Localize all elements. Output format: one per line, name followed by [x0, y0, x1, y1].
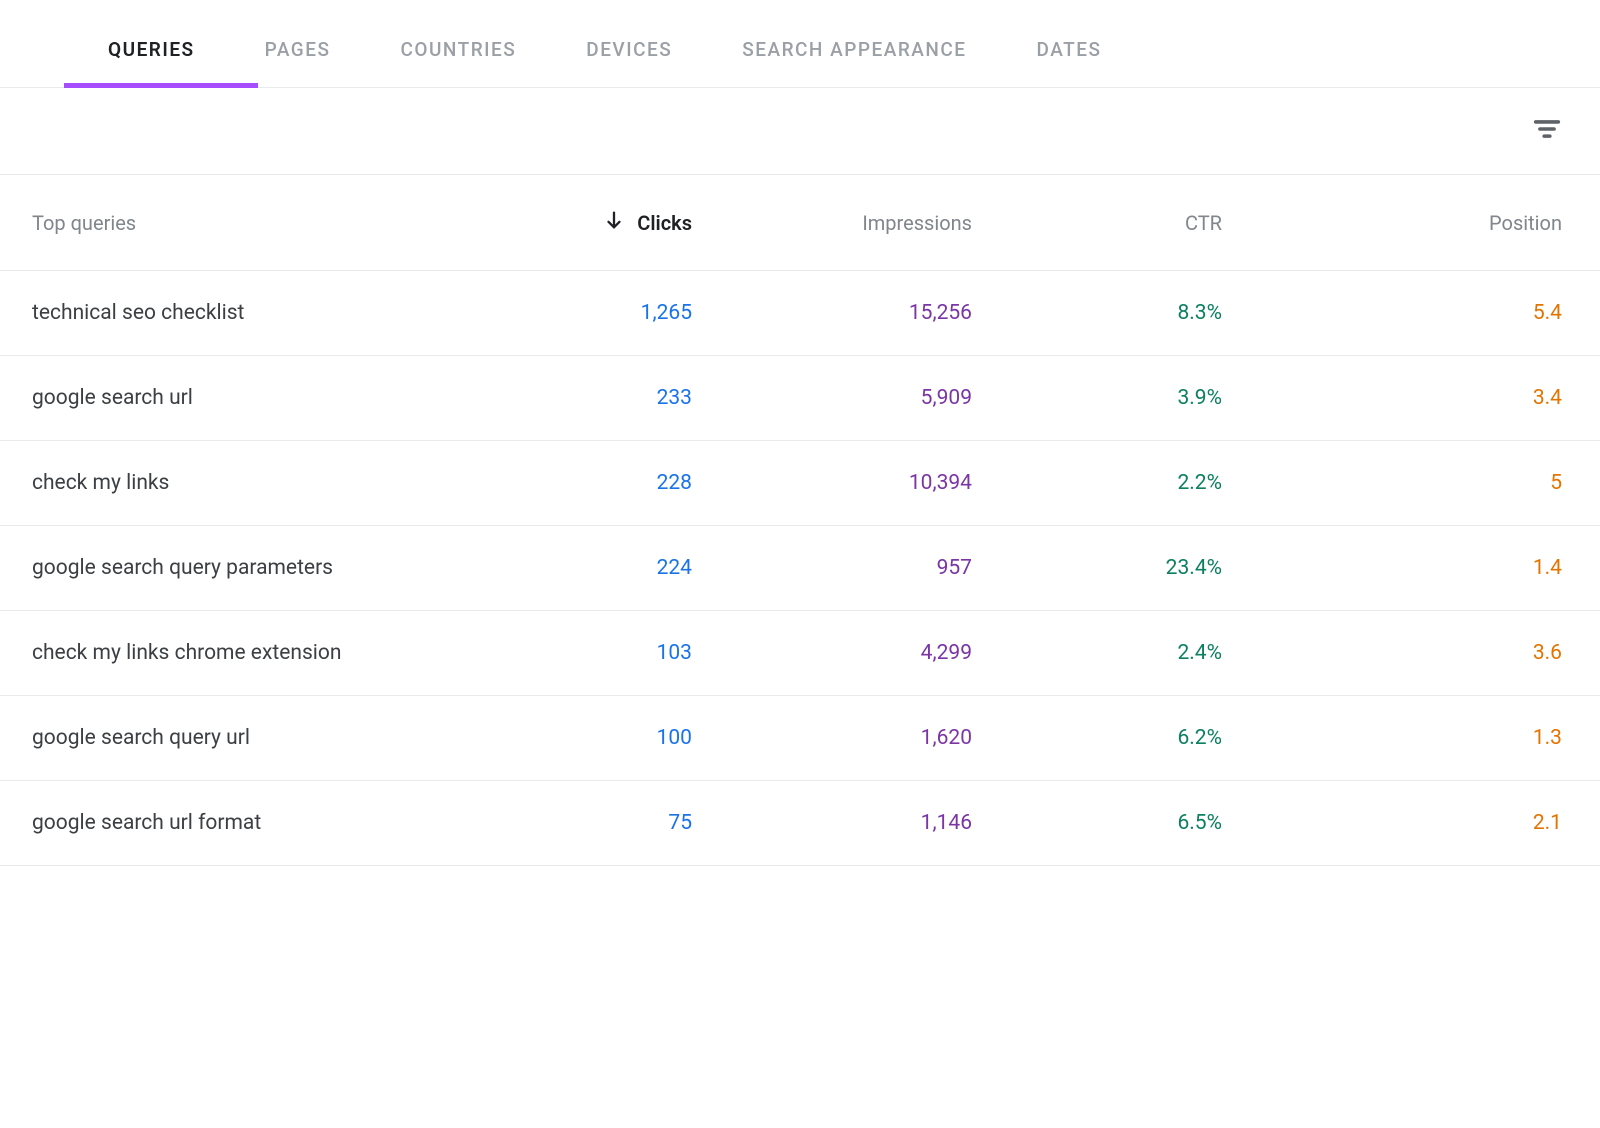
cell-impressions: 1,620: [692, 726, 972, 750]
cell-query: google search url format: [32, 811, 512, 835]
cell-ctr: 6.5%: [972, 811, 1222, 835]
cell-ctr: 23.4%: [972, 556, 1222, 580]
tab-countries[interactable]: COUNTRIES: [401, 20, 517, 87]
cell-clicks: 233: [512, 386, 692, 410]
cell-position: 3.4: [1222, 386, 1568, 410]
header-queries[interactable]: Top queries: [32, 211, 512, 235]
cell-ctr: 2.2%: [972, 471, 1222, 495]
cell-impressions: 1,146: [692, 811, 972, 835]
header-clicks[interactable]: Clicks: [512, 209, 692, 236]
cell-ctr: 2.4%: [972, 641, 1222, 665]
cell-impressions: 957: [692, 556, 972, 580]
table-header-row: Top queries Clicks Impressions CTR Posit…: [0, 175, 1600, 271]
tabs-bar: QUERIES PAGES COUNTRIES DEVICES SEARCH A…: [0, 0, 1600, 88]
table-row[interactable]: google search query url 100 1,620 6.2% 1…: [0, 696, 1600, 781]
cell-impressions: 4,299: [692, 641, 972, 665]
sort-descending-icon: [603, 209, 625, 236]
tab-pages[interactable]: PAGES: [265, 20, 331, 87]
cell-impressions: 5,909: [692, 386, 972, 410]
cell-query: google search url: [32, 386, 512, 410]
table-row[interactable]: technical seo checklist 1,265 15,256 8.3…: [0, 271, 1600, 356]
table-row[interactable]: google search url format 75 1,146 6.5% 2…: [0, 781, 1600, 866]
cell-clicks: 224: [512, 556, 692, 580]
cell-position: 1.3: [1222, 726, 1568, 750]
table-row[interactable]: check my links chrome extension 103 4,29…: [0, 611, 1600, 696]
header-ctr[interactable]: CTR: [972, 211, 1222, 235]
cell-clicks: 75: [512, 811, 692, 835]
report-container: QUERIES PAGES COUNTRIES DEVICES SEARCH A…: [0, 0, 1600, 866]
cell-ctr: 6.2%: [972, 726, 1222, 750]
header-impressions[interactable]: Impressions: [692, 211, 972, 235]
cell-position: 5.4: [1222, 301, 1568, 325]
table-row[interactable]: google search query parameters 224 957 2…: [0, 526, 1600, 611]
table-row[interactable]: google search url 233 5,909 3.9% 3.4: [0, 356, 1600, 441]
cell-query: google search query url: [32, 726, 512, 750]
cell-impressions: 10,394: [692, 471, 972, 495]
cell-impressions: 15,256: [692, 301, 972, 325]
tab-active-indicator: [64, 83, 258, 88]
tab-devices[interactable]: DEVICES: [586, 20, 672, 87]
cell-clicks: 1,265: [512, 301, 692, 325]
cell-clicks: 103: [512, 641, 692, 665]
cell-clicks: 228: [512, 471, 692, 495]
cell-query: technical seo checklist: [32, 301, 512, 325]
tab-dates[interactable]: DATES: [1037, 20, 1102, 87]
filter-toolbar: [0, 88, 1600, 175]
header-position[interactable]: Position: [1222, 211, 1568, 235]
header-clicks-label: Clicks: [637, 211, 692, 235]
tab-queries[interactable]: QUERIES: [108, 20, 195, 87]
cell-position: 3.6: [1222, 641, 1568, 665]
tab-search-appearance[interactable]: SEARCH APPEARANCE: [742, 20, 966, 87]
cell-position: 1.4: [1222, 556, 1568, 580]
cell-query: check my links: [32, 471, 512, 495]
filter-icon[interactable]: [1530, 112, 1564, 150]
cell-clicks: 100: [512, 726, 692, 750]
cell-query: check my links chrome extension: [32, 641, 512, 665]
cell-position: 2.1: [1222, 811, 1568, 835]
cell-position: 5: [1222, 471, 1568, 495]
cell-ctr: 8.3%: [972, 301, 1222, 325]
table-row[interactable]: check my links 228 10,394 2.2% 5: [0, 441, 1600, 526]
cell-ctr: 3.9%: [972, 386, 1222, 410]
cell-query: google search query parameters: [32, 556, 512, 580]
